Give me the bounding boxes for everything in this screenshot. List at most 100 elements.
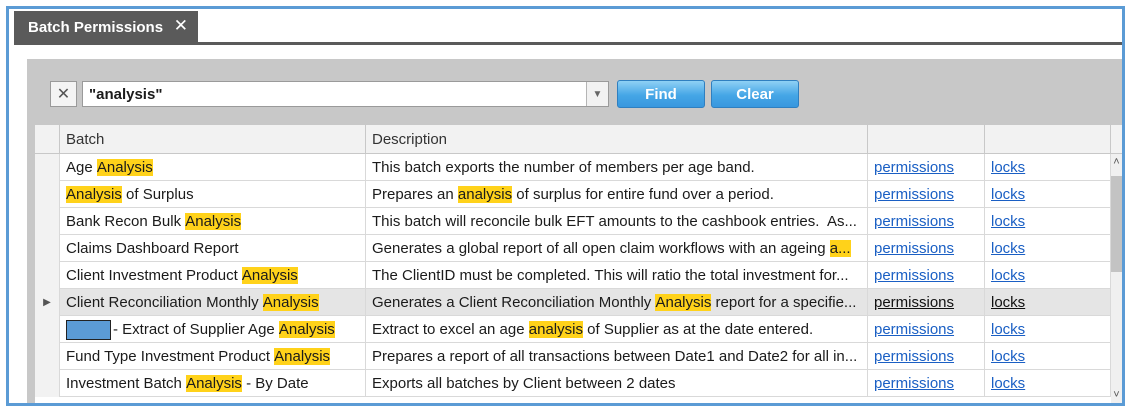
permissions-link[interactable]: permissions <box>874 321 954 338</box>
locks-link[interactable]: locks <box>991 213 1025 230</box>
batch-permissions-window: Batch Permissions ✕ ✕ ▼ Find Clear Batch… <box>6 6 1125 406</box>
search-highlight: Analysis <box>274 348 331 365</box>
batch-text: Investment Batch <box>66 375 187 392</box>
search-highlight: Analysis <box>278 321 335 338</box>
batch-name-cell[interactable]: Claims Dashboard Report <box>60 235 366 262</box>
locks-link[interactable]: locks <box>991 375 1025 392</box>
vertical-scrollbar[interactable]: ˄ ˅ <box>1111 154 1122 403</box>
scroll-up-icon[interactable]: ˄ <box>1111 154 1122 170</box>
header-batch[interactable]: Batch <box>60 125 366 154</box>
batch-text: Fund Type Investment Product <box>66 348 275 365</box>
permissions-cell: permissions <box>868 370 985 397</box>
close-tab-icon[interactable]: ✕ <box>174 16 188 36</box>
description-cell[interactable]: Generates a Client Reconciliation Monthl… <box>366 289 868 316</box>
batch-text: - Extract of Supplier Age <box>113 321 279 338</box>
batch-text: Bank Recon Bulk <box>66 213 186 230</box>
search-input[interactable] <box>83 82 586 106</box>
batch-text: Client Investment Product <box>66 267 242 284</box>
table-row[interactable]: Bank Recon Bulk Analysis This batch will … <box>35 208 1111 235</box>
header-locks[interactable] <box>985 125 1111 154</box>
permissions-link[interactable]: permissions <box>874 159 954 176</box>
table-row[interactable]: Investment Batch Analysis - By Date Expor… <box>35 370 1111 397</box>
table-row[interactable]: - Extract of Supplier Age Analysis Extrac… <box>35 316 1111 343</box>
search-highlight: analysis <box>457 186 513 203</box>
table-row[interactable]: Analysis of Surplus Prepares an analysis … <box>35 181 1111 208</box>
description-cell[interactable]: Prepares a report of all transactions be… <box>366 343 868 370</box>
description-text: Generates a global report of all open cl… <box>372 240 830 257</box>
locks-cell: locks <box>985 181 1111 208</box>
batch-name-cell[interactable]: Bank Recon Bulk Analysis <box>60 208 366 235</box>
clear-button[interactable]: Clear <box>711 80 799 108</box>
permissions-link[interactable]: permissions <box>874 267 954 284</box>
description-text: Generates a Client Reconciliation Monthl… <box>372 294 656 311</box>
table-row[interactable]: Age Analysis This batch exports the numbe… <box>35 154 1111 181</box>
description-text: report for a specifie... <box>711 294 857 311</box>
batch-name-cell[interactable]: Client Investment Product Analysis <box>60 262 366 289</box>
tab-underline <box>14 42 1122 45</box>
header-permissions[interactable] <box>868 125 985 154</box>
locks-cell: locks <box>985 370 1111 397</box>
search-highlight: Analysis <box>186 375 242 392</box>
permissions-link[interactable]: permissions <box>874 213 954 230</box>
batch-name-cell[interactable]: Client Reconciliation Monthly Analysis <box>60 289 366 316</box>
description-text: The ClientID must be completed. This wil… <box>372 267 849 284</box>
permissions-link[interactable]: permissions <box>874 348 954 365</box>
permissions-link[interactable]: permissions <box>874 240 954 257</box>
permissions-link[interactable]: permissions <box>874 294 954 311</box>
batch-grid: Batch Description Age Analysis This batch… <box>35 125 1122 403</box>
description-cell[interactable]: The ClientID must be completed. This wil… <box>366 262 868 289</box>
batch-name-cell[interactable]: Age Analysis <box>60 154 366 181</box>
batch-name-cell[interactable]: Fund Type Investment Product Analysis <box>60 343 366 370</box>
chevron-down-icon[interactable]: ▼ <box>586 82 608 106</box>
batch-text: Age <box>66 159 97 176</box>
scroll-down-icon[interactable]: ˅ <box>1111 387 1122 403</box>
locks-link[interactable]: locks <box>991 321 1025 338</box>
batch-name-cell[interactable]: Investment Batch Analysis - By Date <box>60 370 366 397</box>
locks-cell: locks <box>985 235 1111 262</box>
locks-cell: locks <box>985 289 1111 316</box>
batch-name-cell[interactable]: - Extract of Supplier Age Analysis <box>60 316 366 343</box>
description-cell[interactable]: This batch exports the number of members… <box>366 154 868 181</box>
description-text: of surplus for entire fund over a period… <box>512 186 774 203</box>
description-cell[interactable]: Prepares an analysis of surplus for enti… <box>366 181 868 208</box>
table-row[interactable]: Claims Dashboard Report Generates a globa… <box>35 235 1111 262</box>
locks-link[interactable]: locks <box>991 294 1025 311</box>
locks-link[interactable]: locks <box>991 186 1025 203</box>
permissions-link[interactable]: permissions <box>874 186 954 203</box>
batch-text: - By Date <box>241 375 309 392</box>
locks-cell: locks <box>985 262 1111 289</box>
table-row[interactable]: ▶ Client Reconciliation Monthly Analysis G… <box>35 289 1111 316</box>
header-indicator <box>35 125 60 154</box>
clear-search-icon[interactable]: ✕ <box>50 81 77 107</box>
header-description[interactable]: Description <box>366 125 868 154</box>
batch-name-cell[interactable]: Analysis of Surplus <box>60 181 366 208</box>
description-text: of Supplier as at the date entered. <box>582 321 814 338</box>
description-cell[interactable]: Generates a global report of all open cl… <box>366 235 868 262</box>
row-indicator <box>35 181 60 208</box>
locks-link[interactable]: locks <box>991 348 1025 365</box>
locks-link[interactable]: locks <box>991 159 1025 176</box>
description-cell[interactable]: Exports all batches by Client between 2 … <box>366 370 868 397</box>
search-combo[interactable]: ▼ <box>82 81 609 107</box>
tab-strip: Batch Permissions ✕ <box>9 9 1122 45</box>
description-text: Prepares an <box>372 186 458 203</box>
permissions-cell: permissions <box>868 154 985 181</box>
locks-link[interactable]: locks <box>991 267 1025 284</box>
row-indicator <box>35 343 60 370</box>
locks-link[interactable]: locks <box>991 240 1025 257</box>
permissions-link[interactable]: permissions <box>874 375 954 392</box>
row-indicator <box>35 370 60 397</box>
table-row[interactable]: Client Investment Product Analysis The Cl… <box>35 262 1111 289</box>
description-cell[interactable]: Extract to excel an age analysis of Supp… <box>366 316 868 343</box>
search-highlight: Analysis <box>241 267 298 284</box>
grid-header: Batch Description <box>35 125 1122 154</box>
search-highlight: a... <box>829 240 851 257</box>
row-indicator <box>35 235 60 262</box>
tab-batch-permissions[interactable]: Batch Permissions ✕ <box>14 11 198 43</box>
table-row[interactable]: Fund Type Investment Product Analysis Pre… <box>35 343 1111 370</box>
tab-title: Batch Permissions <box>28 18 164 36</box>
permissions-cell: permissions <box>868 262 985 289</box>
scroll-thumb[interactable] <box>1111 176 1122 272</box>
find-button[interactable]: Find <box>617 80 705 108</box>
description-cell[interactable]: This batch will reconcile bulk EFT amoun… <box>366 208 868 235</box>
